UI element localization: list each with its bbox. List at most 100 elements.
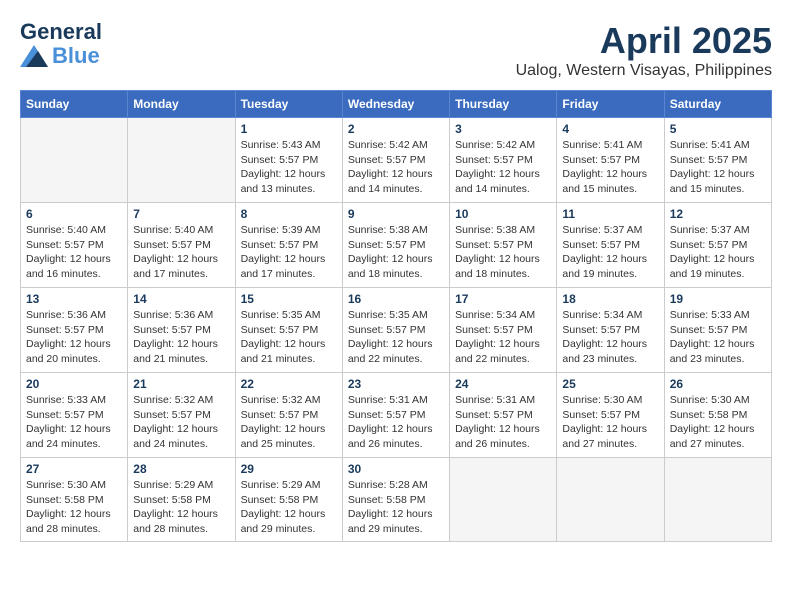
weekday-header-monday: Monday [128,91,235,118]
calendar-cell-4-5: 24 Sunrise: 5:31 AMSunset: 5:57 PMDayligh… [450,373,557,458]
calendar-cell-3-6: 18 Sunrise: 5:34 AMSunset: 5:57 PMDayligh… [557,288,664,373]
day-info: Sunrise: 5:30 AMSunset: 5:58 PMDaylight:… [26,478,122,537]
week-row-3: 13 Sunrise: 5:36 AMSunset: 5:57 PMDayligh… [21,288,772,373]
day-number: 26 [670,377,766,391]
logo-text-blue: Blue [52,44,100,68]
day-info: Sunrise: 5:30 AMSunset: 5:57 PMDaylight:… [562,393,658,452]
day-number: 15 [241,292,337,306]
calendar-cell-5-6 [557,458,664,542]
day-info: Sunrise: 5:40 AMSunset: 5:57 PMDaylight:… [133,223,229,282]
calendar-cell-5-7 [664,458,771,542]
day-info: Sunrise: 5:33 AMSunset: 5:57 PMDaylight:… [670,308,766,367]
day-info: Sunrise: 5:38 AMSunset: 5:57 PMDaylight:… [348,223,444,282]
day-info: Sunrise: 5:39 AMSunset: 5:57 PMDaylight:… [241,223,337,282]
day-number: 30 [348,462,444,476]
day-info: Sunrise: 5:40 AMSunset: 5:57 PMDaylight:… [26,223,122,282]
day-number: 11 [562,207,658,221]
day-info: Sunrise: 5:41 AMSunset: 5:57 PMDaylight:… [670,138,766,197]
logo-icon [20,45,48,67]
day-info: Sunrise: 5:35 AMSunset: 5:57 PMDaylight:… [348,308,444,367]
day-number: 3 [455,122,551,136]
calendar-cell-4-7: 26 Sunrise: 5:30 AMSunset: 5:58 PMDayligh… [664,373,771,458]
logo-text-general: General [20,19,102,44]
day-info: Sunrise: 5:34 AMSunset: 5:57 PMDaylight:… [455,308,551,367]
calendar-cell-1-5: 3 Sunrise: 5:42 AMSunset: 5:57 PMDaylight… [450,118,557,203]
day-number: 14 [133,292,229,306]
day-number: 18 [562,292,658,306]
day-number: 22 [241,377,337,391]
weekday-header-sunday: Sunday [21,91,128,118]
day-info: Sunrise: 5:28 AMSunset: 5:58 PMDaylight:… [348,478,444,537]
day-number: 20 [26,377,122,391]
day-number: 24 [455,377,551,391]
day-info: Sunrise: 5:29 AMSunset: 5:58 PMDaylight:… [133,478,229,537]
calendar-cell-2-2: 7 Sunrise: 5:40 AMSunset: 5:57 PMDaylight… [128,203,235,288]
day-info: Sunrise: 5:43 AMSunset: 5:57 PMDaylight:… [241,138,337,197]
day-number: 5 [670,122,766,136]
day-info: Sunrise: 5:33 AMSunset: 5:57 PMDaylight:… [26,393,122,452]
day-info: Sunrise: 5:31 AMSunset: 5:57 PMDaylight:… [455,393,551,452]
day-info: Sunrise: 5:42 AMSunset: 5:57 PMDaylight:… [455,138,551,197]
calendar-cell-5-2: 28 Sunrise: 5:29 AMSunset: 5:58 PMDayligh… [128,458,235,542]
month-title: April 2025 [516,20,772,62]
calendar-cell-4-1: 20 Sunrise: 5:33 AMSunset: 5:57 PMDayligh… [21,373,128,458]
day-info: Sunrise: 5:36 AMSunset: 5:57 PMDaylight:… [133,308,229,367]
day-number: 10 [455,207,551,221]
day-number: 25 [562,377,658,391]
location-title: Ualog, Western Visayas, Philippines [516,62,772,80]
calendar-cell-3-7: 19 Sunrise: 5:33 AMSunset: 5:57 PMDayligh… [664,288,771,373]
week-row-5: 27 Sunrise: 5:30 AMSunset: 5:58 PMDayligh… [21,458,772,542]
calendar-cell-1-1 [21,118,128,203]
day-number: 2 [348,122,444,136]
week-row-4: 20 Sunrise: 5:33 AMSunset: 5:57 PMDayligh… [21,373,772,458]
calendar-cell-2-3: 8 Sunrise: 5:39 AMSunset: 5:57 PMDaylight… [235,203,342,288]
day-number: 13 [26,292,122,306]
calendar-cell-3-2: 14 Sunrise: 5:36 AMSunset: 5:57 PMDayligh… [128,288,235,373]
day-number: 1 [241,122,337,136]
day-number: 19 [670,292,766,306]
calendar-cell-1-4: 2 Sunrise: 5:42 AMSunset: 5:57 PMDaylight… [342,118,449,203]
weekday-header-row: SundayMondayTuesdayWednesdayThursdayFrid… [21,91,772,118]
day-info: Sunrise: 5:32 AMSunset: 5:57 PMDaylight:… [241,393,337,452]
day-info: Sunrise: 5:29 AMSunset: 5:58 PMDaylight:… [241,478,337,537]
calendar-cell-2-4: 9 Sunrise: 5:38 AMSunset: 5:57 PMDaylight… [342,203,449,288]
weekday-header-thursday: Thursday [450,91,557,118]
day-info: Sunrise: 5:41 AMSunset: 5:57 PMDaylight:… [562,138,658,197]
day-number: 17 [455,292,551,306]
day-info: Sunrise: 5:42 AMSunset: 5:57 PMDaylight:… [348,138,444,197]
logo: General Blue [20,20,102,68]
day-number: 12 [670,207,766,221]
day-number: 21 [133,377,229,391]
day-number: 7 [133,207,229,221]
day-number: 8 [241,207,337,221]
weekday-header-wednesday: Wednesday [342,91,449,118]
calendar-cell-3-3: 15Sunrise: 5:35 AMSunset: 5:57 PMDayligh… [235,288,342,373]
calendar-cell-5-4: 30 Sunrise: 5:28 AMSunset: 5:58 PMDayligh… [342,458,449,542]
calendar-cell-5-5 [450,458,557,542]
title-block: April 2025 Ualog, Western Visayas, Phili… [516,20,772,80]
calendar-cell-1-6: 4Sunrise: 5:41 AMSunset: 5:57 PMDaylight… [557,118,664,203]
calendar-cell-2-5: 10Sunrise: 5:38 AMSunset: 5:57 PMDayligh… [450,203,557,288]
day-info: Sunrise: 5:36 AMSunset: 5:57 PMDaylight:… [26,308,122,367]
day-number: 27 [26,462,122,476]
calendar-cell-3-5: 17 Sunrise: 5:34 AMSunset: 5:57 PMDayligh… [450,288,557,373]
calendar-cell-3-4: 16 Sunrise: 5:35 AMSunset: 5:57 PMDayligh… [342,288,449,373]
calendar-cell-3-1: 13 Sunrise: 5:36 AMSunset: 5:57 PMDayligh… [21,288,128,373]
calendar-cell-2-7: 12 Sunrise: 5:37 AMSunset: 5:57 PMDayligh… [664,203,771,288]
day-info: Sunrise: 5:31 AMSunset: 5:57 PMDaylight:… [348,393,444,452]
calendar-table: SundayMondayTuesdayWednesdayThursdayFrid… [20,90,772,542]
weekday-header-saturday: Saturday [664,91,771,118]
calendar-cell-4-6: 25 Sunrise: 5:30 AMSunset: 5:57 PMDayligh… [557,373,664,458]
week-row-1: 1 Sunrise: 5:43 AMSunset: 5:57 PMDaylight… [21,118,772,203]
weekday-header-tuesday: Tuesday [235,91,342,118]
day-info: Sunrise: 5:37 AMSunset: 5:57 PMDaylight:… [670,223,766,282]
day-info: Sunrise: 5:34 AMSunset: 5:57 PMDaylight:… [562,308,658,367]
day-number: 9 [348,207,444,221]
day-info: Sunrise: 5:37 AMSunset: 5:57 PMDaylight:… [562,223,658,282]
day-info: Sunrise: 5:32 AMSunset: 5:57 PMDaylight:… [133,393,229,452]
calendar-cell-5-3: 29Sunrise: 5:29 AMSunset: 5:58 PMDayligh… [235,458,342,542]
calendar-cell-1-3: 1 Sunrise: 5:43 AMSunset: 5:57 PMDaylight… [235,118,342,203]
day-number: 28 [133,462,229,476]
day-info: Sunrise: 5:30 AMSunset: 5:58 PMDaylight:… [670,393,766,452]
day-number: 16 [348,292,444,306]
